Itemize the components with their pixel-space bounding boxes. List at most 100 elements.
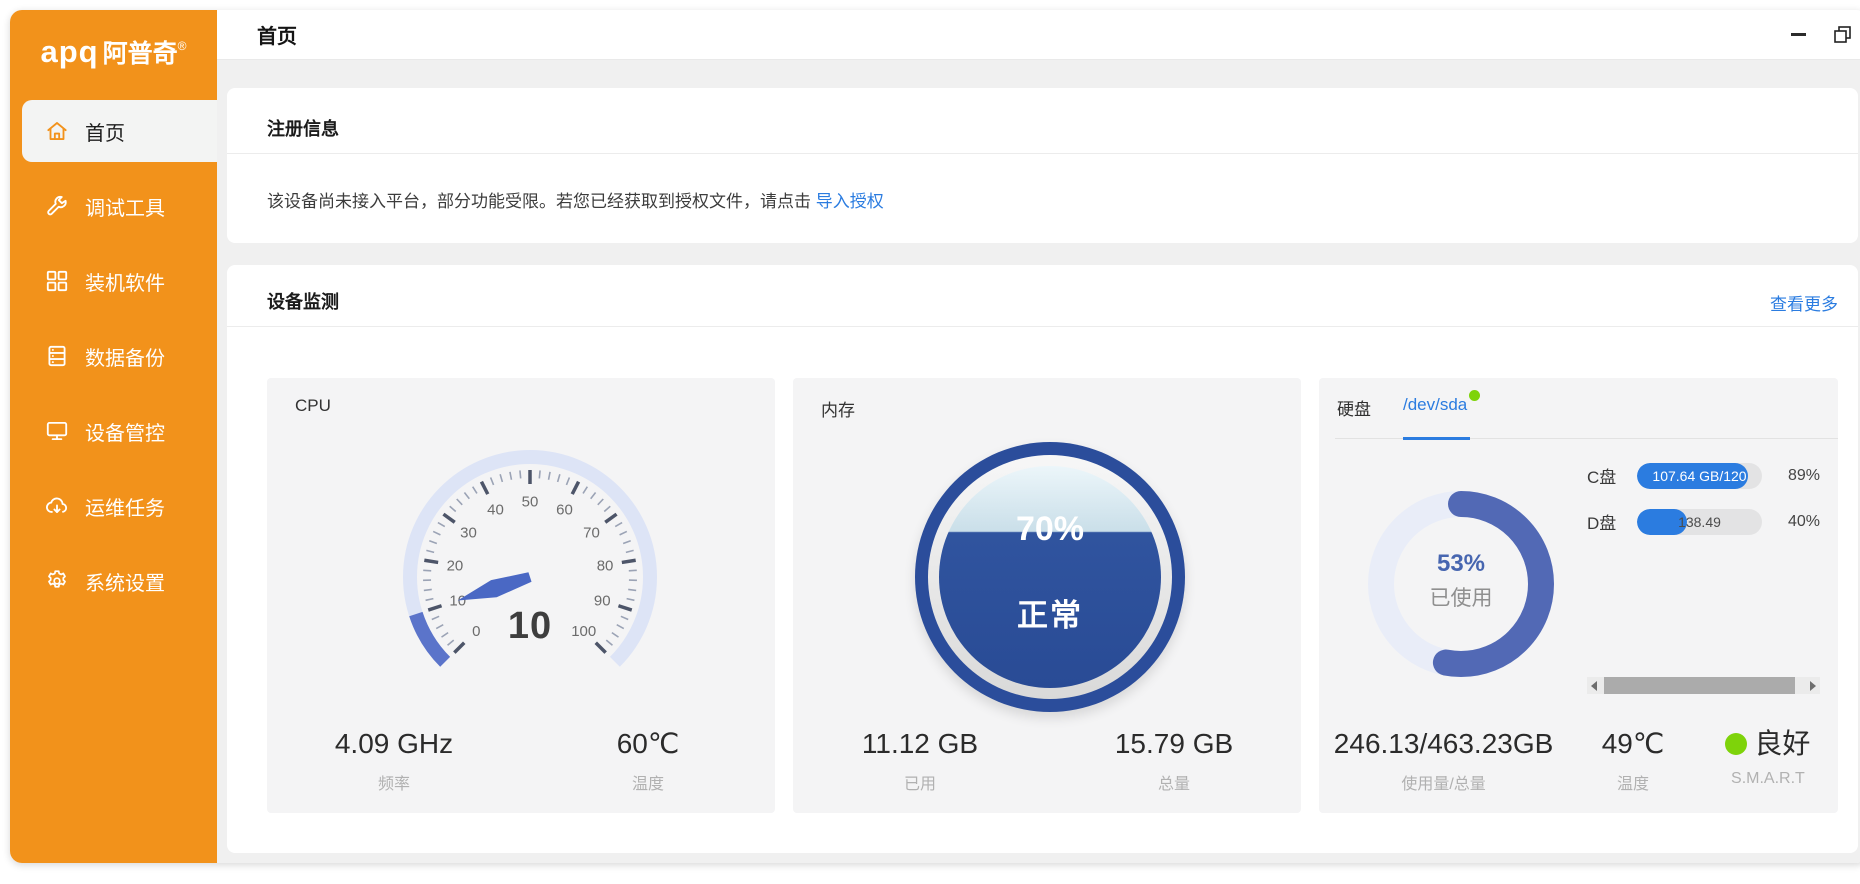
disk-used-label: 已使用	[1430, 582, 1493, 612]
disk-tab-dev-sda[interactable]: /dev/sda	[1403, 395, 1467, 415]
import-license-link[interactable]: 导入授权	[816, 192, 884, 211]
registration-title: 注册信息	[267, 115, 339, 141]
sidebar-item-device-control[interactable]: 设备管控	[22, 400, 217, 462]
cpu-usage-value: 10	[380, 605, 680, 648]
logo-name-text: 阿普奇	[103, 40, 178, 68]
restore-icon	[1833, 25, 1852, 44]
sidebar-item-label: 运维任务	[85, 492, 165, 521]
sidebar-item-home[interactable]: 首页	[22, 100, 217, 162]
stat-label: 温度	[1568, 770, 1698, 794]
cpu-panel-title: CPU	[295, 396, 331, 416]
stat-label: 频率	[267, 770, 521, 794]
divider	[227, 153, 1858, 154]
disk-used-percent: 53%	[1437, 550, 1485, 578]
registration-message-text: 该设备尚未接入平台，部分功能受限。若您已经获取到授权文件，请点击	[267, 192, 811, 211]
memory-fill-circle: 70% 正常	[939, 466, 1161, 688]
disk-panel-title: 硬盘	[1337, 395, 1371, 420]
sidebar-item-debug-tools[interactable]: 调试工具	[22, 175, 217, 237]
stat-value: 15.79 GB	[1047, 727, 1301, 761]
svg-text:30: 30	[460, 525, 477, 542]
partition-usage-bar: 138.49	[1637, 509, 1762, 535]
cpu-temperature-stat: 60℃ 温度	[521, 727, 775, 794]
cpu-stats: 4.09 GHz 频率 60℃ 温度	[267, 727, 775, 794]
partition-label: C盘	[1587, 463, 1637, 488]
memory-ring: 70% 正常	[915, 442, 1185, 712]
registered-trademark-icon: ®	[178, 39, 187, 53]
scroll-right-arrow-icon[interactable]	[1810, 681, 1816, 691]
cpu-gauge-chart: 0102030405060708090100	[380, 427, 680, 727]
sidebar-item-ops-tasks[interactable]: 运维任务	[22, 475, 217, 537]
wrench-icon	[44, 193, 70, 219]
scroll-left-arrow-icon[interactable]	[1591, 681, 1597, 691]
sidebar-nav: 首页 调试工具 装机软件 数据备份	[10, 100, 217, 625]
page-title: 首页	[257, 20, 297, 49]
sidebar-item-label: 装机软件	[85, 267, 165, 296]
cpu-frequency-stat: 4.09 GHz 频率	[267, 727, 521, 794]
scrollbar-thumb[interactable]	[1604, 677, 1795, 694]
main-area: 首页 注册信息 该设备尚未接入平台，部分功能受限。若您已经获取到授权文件，请点击…	[217, 10, 1860, 863]
logo-brand-text: apq	[41, 34, 99, 69]
disk-usage-donut: 53% 已使用	[1368, 491, 1554, 677]
disk-panel: 硬盘 /dev/sda	[1319, 378, 1838, 813]
window-controls	[1788, 25, 1852, 45]
svg-text:50: 50	[522, 493, 539, 510]
monitor-title: 设备监测	[267, 288, 339, 314]
view-more-link[interactable]: 查看更多	[1770, 290, 1838, 315]
partition-label: D盘	[1587, 509, 1637, 534]
stat-label: 使用量/总量	[1319, 770, 1568, 794]
cpu-panel: CPU 0102030405060708090100 10 4.09 GHz 频…	[267, 378, 775, 813]
stat-value: 49℃	[1568, 727, 1698, 761]
sidebar: apq阿普奇® 首页 调试工具 装机软件	[10, 10, 217, 863]
apps-grid-icon	[44, 268, 70, 294]
active-tab-underline	[1403, 437, 1470, 440]
memory-panel: 内存 70% 正常	[793, 378, 1301, 813]
disk-stats: 246.13/463.23GB 使用量/总量 49℃ 温度 良好	[1319, 727, 1838, 794]
partition-row: C盘 107.64 GB/120 89%	[1587, 462, 1820, 489]
title-bar: 首页	[217, 10, 1860, 60]
memory-panel-title: 内存	[821, 396, 855, 421]
home-icon	[44, 118, 70, 144]
memory-stats: 11.12 GB 已用 15.79 GB 总量	[793, 727, 1301, 794]
svg-text:40: 40	[487, 502, 504, 519]
partition-row: D盘 138.49 40%	[1587, 508, 1820, 535]
partition-percent: 40%	[1788, 513, 1820, 531]
stat-label: 温度	[521, 770, 775, 794]
sidebar-item-system-settings[interactable]: 系统设置	[22, 550, 217, 612]
disk-smart-stat: 良好 S.M.A.R.T	[1698, 727, 1838, 794]
horizontal-scrollbar[interactable]	[1587, 677, 1820, 694]
svg-text:60: 60	[556, 502, 573, 519]
cpu-gauge: 0102030405060708090100 10	[380, 427, 680, 727]
stat-label: 总量	[1047, 770, 1301, 794]
partition-percent: 89%	[1788, 467, 1820, 485]
gear-icon	[44, 568, 70, 594]
sidebar-item-installed-software[interactable]: 装机软件	[22, 250, 217, 312]
monitor-panels: CPU 0102030405060708090100 10 4.09 GHz 频…	[267, 378, 1838, 813]
restore-button[interactable]	[1832, 25, 1852, 45]
registration-card: 注册信息 该设备尚未接入平台，部分功能受限。若您已经获取到授权文件，请点击 导入…	[227, 88, 1858, 243]
cloud-download-icon	[44, 493, 70, 519]
sidebar-item-label: 首页	[85, 117, 125, 146]
svg-text:70: 70	[583, 525, 600, 542]
stat-value: 4.09 GHz	[267, 727, 521, 761]
memory-status: 正常	[939, 590, 1161, 635]
minimize-button[interactable]	[1788, 25, 1808, 45]
disk-health-dot-icon	[1469, 390, 1480, 401]
partition-usage-bar: 107.64 GB/120	[1637, 463, 1762, 489]
app-window: apq阿普奇® 首页 调试工具 装机软件	[10, 10, 1860, 863]
smart-status-dot-icon	[1725, 733, 1747, 755]
sidebar-item-label: 数据备份	[85, 342, 165, 371]
content-area: 注册信息 该设备尚未接入平台，部分功能受限。若您已经获取到授权文件，请点击 导入…	[217, 60, 1860, 863]
stat-value: 60℃	[521, 727, 775, 761]
memory-total-stat: 15.79 GB 总量	[1047, 727, 1301, 794]
divider	[227, 326, 1858, 327]
app-logo: apq阿普奇®	[10, 34, 217, 70]
sidebar-item-data-backup[interactable]: 数据备份	[22, 325, 217, 387]
registration-message: 该设备尚未接入平台，部分功能受限。若您已经获取到授权文件，请点击 导入授权	[267, 187, 884, 212]
sidebar-item-label: 调试工具	[85, 192, 165, 221]
disk-partitions: C盘 107.64 GB/120 89% D盘	[1587, 462, 1820, 554]
disk-tab-label: /dev/sda	[1403, 395, 1467, 414]
stat-value: 246.13/463.23GB	[1319, 727, 1568, 761]
stat-value: 良好	[1754, 727, 1810, 761]
memory-used-stat: 11.12 GB 已用	[793, 727, 1047, 794]
sidebar-item-label: 设备管控	[85, 417, 165, 446]
